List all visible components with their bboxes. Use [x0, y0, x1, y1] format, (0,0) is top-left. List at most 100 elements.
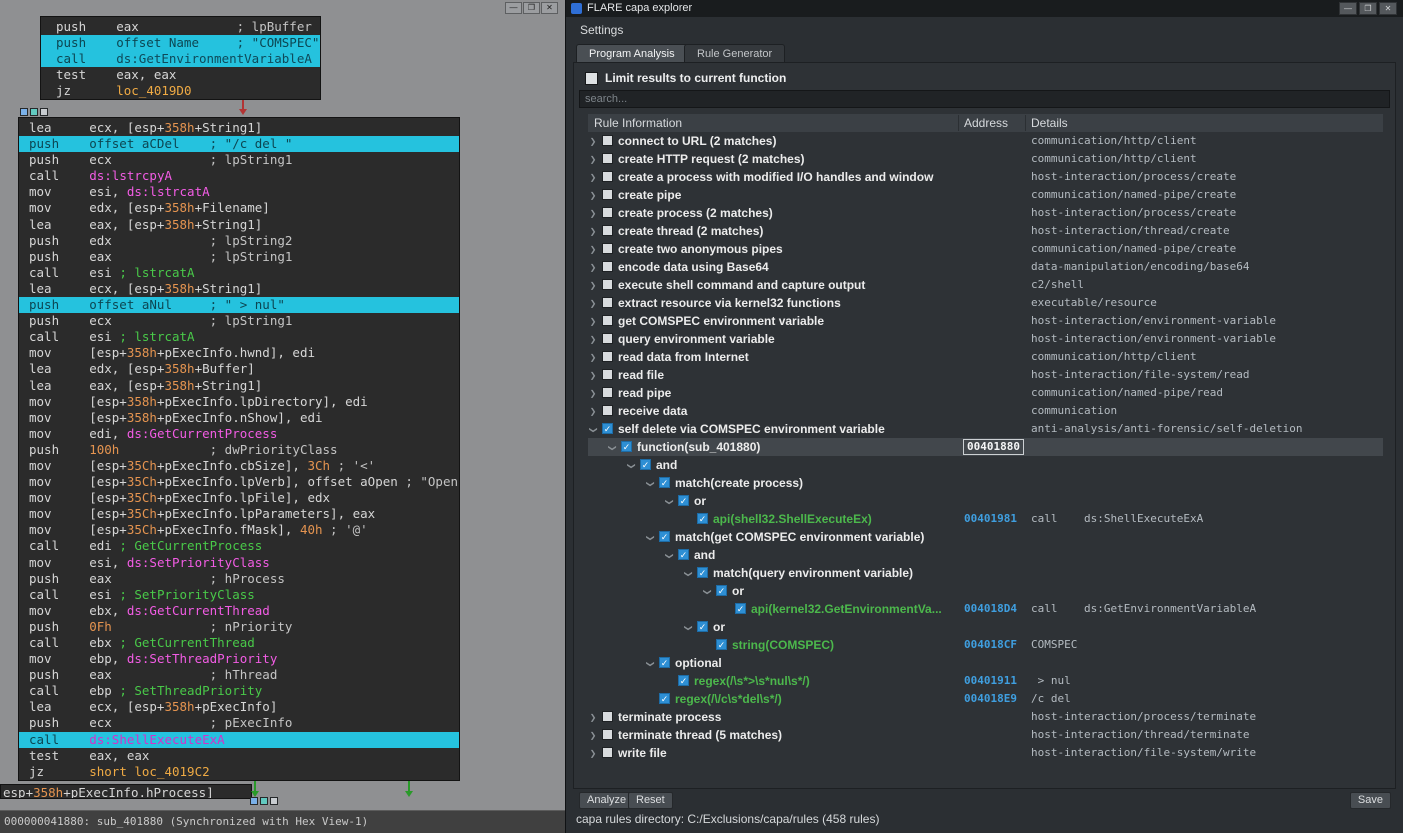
collapse-icon[interactable]: ❯ [641, 533, 659, 543]
rule-row[interactable]: ❯create process (2 matches)host-interact… [588, 204, 1383, 222]
rule-checkbox[interactable]: ✓ [621, 441, 632, 452]
asm-line[interactable]: mov [esp+358h+pExecInfo.nShow], edi [19, 410, 459, 426]
expand-icon[interactable]: ❯ [588, 241, 598, 259]
rule-checkbox[interactable] [602, 153, 613, 164]
rule-checkbox[interactable] [602, 387, 613, 398]
rule-checkbox[interactable]: ✓ [716, 585, 727, 596]
expand-icon[interactable]: ❯ [588, 709, 598, 727]
search-input[interactable] [579, 90, 1390, 108]
rule-row[interactable]: ❯✓match(create process) [588, 474, 1383, 492]
capa-titlebar[interactable]: FLARE capa explorer — ❐ ✕ [566, 0, 1403, 17]
rule-checkbox[interactable] [602, 243, 613, 254]
collapse-icon[interactable]: ❯ [622, 461, 640, 471]
asm-line[interactable]: mov ebx, ds:GetCurrentThread [19, 603, 459, 619]
asm-line[interactable]: push offset aCDel ; "/c del " [19, 136, 459, 152]
rule-row[interactable]: ❯create pipecommunication/named-pipe/cre… [588, 186, 1383, 204]
rule-checkbox[interactable] [602, 135, 613, 146]
rule-checkbox[interactable] [602, 279, 613, 290]
rule-row[interactable]: ❯execute shell command and capture outpu… [588, 276, 1383, 294]
expand-icon[interactable]: ❯ [588, 385, 598, 403]
rule-row[interactable]: ❯encode data using Base64data-manipulati… [588, 258, 1383, 276]
asm-line[interactable]: push offset aNul ; " > nul" [19, 297, 459, 313]
rule-row[interactable]: ❯create a process with modified I/O hand… [588, 168, 1383, 186]
rule-row[interactable]: ❯create HTTP request (2 matches)communic… [588, 150, 1383, 168]
ida-minimize-button[interactable]: — [505, 2, 522, 14]
rule-checkbox[interactable]: ✓ [659, 657, 670, 668]
asm-line[interactable]: mov [esp+35Ch+pExecInfo.lpVerb], offset … [19, 474, 459, 490]
asm-line[interactable]: mov edi, ds:GetCurrentProcess [19, 426, 459, 442]
rule-checkbox[interactable] [602, 351, 613, 362]
asm-line[interactable]: esp+358h+pExecInfo.hProcess] [1, 785, 251, 799]
menu-item-settings[interactable]: Settings [574, 21, 629, 39]
collapse-icon[interactable]: ❯ [679, 623, 697, 633]
expand-icon[interactable]: ❯ [588, 259, 598, 277]
close-button[interactable]: ✕ [1379, 2, 1397, 15]
rule-row[interactable]: ❯✓or [588, 492, 1383, 510]
expand-icon[interactable]: ❯ [588, 295, 598, 313]
rule-checkbox[interactable] [602, 189, 613, 200]
rule-checkbox[interactable] [602, 261, 613, 272]
asm-line[interactable]: lea ecx, [esp+358h+String1] [19, 281, 459, 297]
table-header[interactable]: Rule Information Address Details [588, 114, 1383, 132]
rule-row[interactable]: ❯read data from Internetcommunication/ht… [588, 348, 1383, 366]
rule-row[interactable]: ❯query environment variablehost-interact… [588, 330, 1383, 348]
rule-checkbox[interactable] [602, 405, 613, 416]
rule-checkbox[interactable] [602, 747, 613, 758]
asm-line[interactable]: mov esi, ds:SetPriorityClass [19, 555, 459, 571]
rule-checkbox[interactable]: ✓ [697, 621, 708, 632]
rule-checkbox[interactable]: ✓ [678, 549, 689, 560]
asm-line[interactable]: mov [esp+358h+pExecInfo.lpDirectory], ed… [19, 394, 459, 410]
asm-line[interactable]: push ecx ; pExecInfo [19, 715, 459, 731]
rule-checkbox[interactable] [602, 297, 613, 308]
rule-row[interactable]: ❯✓match(query environment variable) [588, 564, 1383, 582]
rule-row[interactable]: ❯✓function(sub_401880)00401880 [588, 438, 1383, 456]
column-rule-information[interactable]: Rule Information [594, 114, 682, 132]
collapse-icon[interactable]: ❯ [660, 497, 678, 507]
collapse-icon[interactable]: ❯ [679, 569, 697, 579]
rule-checkbox[interactable]: ✓ [697, 567, 708, 578]
rule-row[interactable]: ❯✓optional [588, 654, 1383, 672]
rule-checkbox[interactable]: ✓ [678, 675, 689, 686]
rule-row[interactable]: ❯read filehost-interaction/file-system/r… [588, 366, 1383, 384]
asm-line[interactable]: mov [esp+358h+pExecInfo.hwnd], edi [19, 345, 459, 361]
ida-close-button[interactable]: ✕ [541, 2, 558, 14]
asm-line[interactable]: call ebx ; GetCurrentThread [19, 635, 459, 651]
rule-checkbox[interactable]: ✓ [640, 459, 651, 470]
rule-row[interactable]: ❯✓and [588, 456, 1383, 474]
rule-row[interactable]: ❯read pipecommunication/named-pipe/read [588, 384, 1383, 402]
rule-checkbox[interactable] [602, 171, 613, 182]
asm-line[interactable]: push 100h ; dwPriorityClass [19, 442, 459, 458]
asm-line[interactable]: call ds:ShellExecuteExA [19, 732, 459, 748]
rule-row[interactable]: ❯receive datacommunication [588, 402, 1383, 420]
asm-line[interactable]: push eax ; lpString1 [19, 249, 459, 265]
rule-checkbox[interactable] [602, 315, 613, 326]
column-address[interactable]: Address [964, 114, 1008, 132]
collapse-icon[interactable]: ❯ [641, 479, 659, 489]
tab-program-analysis[interactable]: Program Analysis [576, 44, 688, 63]
rule-checkbox[interactable]: ✓ [602, 423, 613, 434]
asm-line[interactable]: mov edx, [esp+358h+Filename] [19, 200, 459, 216]
asm-line[interactable]: push eax ; hProcess [19, 571, 459, 587]
collapse-icon[interactable]: ❯ [584, 425, 602, 435]
rule-checkbox[interactable] [602, 207, 613, 218]
rule-checkbox[interactable] [602, 711, 613, 722]
expand-icon[interactable]: ❯ [588, 727, 598, 745]
column-details[interactable]: Details [1031, 114, 1068, 132]
asm-line[interactable]: call ds:GetEnvironmentVariableA [41, 51, 320, 67]
rule-checkbox[interactable]: ✓ [735, 603, 746, 614]
rule-checkbox[interactable]: ✓ [659, 477, 670, 488]
asm-line[interactable]: jz short loc_4019C2 [19, 764, 459, 780]
asm-line[interactable]: jz loc_4019D0 [41, 83, 320, 99]
asm-line[interactable]: push eax ; lpBuffer [41, 19, 320, 35]
expand-icon[interactable]: ❯ [588, 367, 598, 385]
asm-line[interactable]: call esi ; lstrcatA [19, 265, 459, 281]
rule-row[interactable]: ❯connect to URL (2 matches)communication… [588, 132, 1383, 150]
rule-row[interactable]: ✓string(COMSPEC)004018CFCOMSPEC [588, 636, 1383, 654]
expand-icon[interactable]: ❯ [588, 313, 598, 331]
asm-line[interactable]: mov ebp, ds:SetThreadPriority [19, 651, 459, 667]
rule-checkbox[interactable]: ✓ [678, 495, 689, 506]
rule-row[interactable]: ❯terminate thread (5 matches)host-intera… [588, 726, 1383, 744]
asm-line[interactable]: push ecx ; lpString1 [19, 313, 459, 329]
asm-line[interactable]: mov esi, ds:lstrcatA [19, 184, 459, 200]
rule-row[interactable]: ✓api(shell32.ShellExecuteEx)00401981call… [588, 510, 1383, 528]
